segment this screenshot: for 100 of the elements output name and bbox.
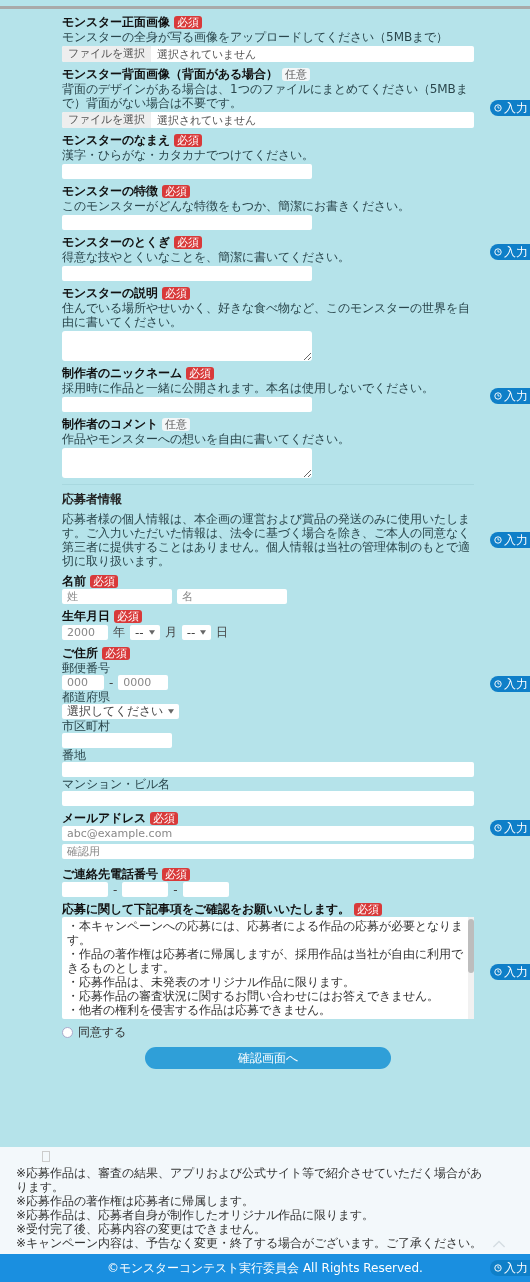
choose-file-button[interactable]: ファイルを選択 — [62, 46, 151, 62]
field-label: モンスターのなまえ — [62, 133, 170, 147]
help-button[interactable]: 入力 — [490, 100, 530, 116]
hint-text: 作品やモンスターへの想いを自由に書いてください。 — [62, 432, 350, 446]
text-field[interactable]: 確認用 — [62, 844, 474, 859]
separator: - — [113, 882, 118, 897]
text-area[interactable] — [62, 331, 312, 361]
terms-text: ・作品の著作権は応募者に帰属しますが、採用作品は当社が自由に利用できるものとします。 — [67, 947, 463, 975]
required-badge: 必須 — [174, 15, 202, 29]
text-field[interactable] — [62, 762, 474, 777]
unit-label: 年 — [113, 624, 125, 641]
field-label: メールアドレス — [62, 811, 146, 825]
hint-text: 住んでいる場所やせいかく、好きな食べ物など、このモンスターの世界を自由に書いてください。 — [62, 301, 471, 329]
required-badge: 必須 — [162, 867, 190, 881]
separator: - — [173, 882, 178, 897]
text-field[interactable] — [62, 397, 312, 412]
agree-checkbox[interactable]: 同意する — [62, 1024, 126, 1041]
help-button[interactable]: 入力 — [490, 388, 530, 404]
required-badge: 必須 — [102, 646, 130, 660]
clock-icon — [494, 1264, 502, 1272]
text-area[interactable] — [62, 448, 312, 478]
help-button[interactable]: 入力 — [490, 676, 530, 692]
clock-icon — [494, 104, 502, 112]
choose-file-button[interactable]: ファイルを選択 — [62, 112, 151, 128]
clock-icon — [494, 536, 502, 544]
terms-text: ・応募作品の審査状況に関するお問い合わせにはお答えできません。 — [67, 989, 440, 1003]
note-text: ※応募作品の著作権は応募者に帰属します。 — [16, 1194, 256, 1208]
text-field[interactable]: 000 — [62, 675, 104, 690]
file-status: 選択されていません — [157, 112, 256, 128]
clock-icon — [494, 392, 502, 400]
field-label: 市区町村 — [62, 719, 110, 733]
required-badge: 必須 — [186, 366, 214, 380]
file-status: 選択されていません — [157, 46, 256, 62]
unit-label: 月 — [164, 624, 177, 641]
field-label: ご連絡先電話番号 — [62, 867, 158, 881]
help-button[interactable]: 入力 — [490, 244, 530, 260]
text-field[interactable]: 2000 — [62, 625, 108, 640]
field-label: モンスター背面画像（背面がある場合） — [62, 67, 278, 81]
field-label: モンスター正面画像 — [62, 15, 170, 29]
text-field[interactable] — [122, 882, 169, 897]
field-label: 制作者のニックネーム — [62, 366, 182, 380]
section-heading: 応募者情報 — [62, 491, 123, 508]
text-field[interactable]: abc@example.com — [62, 826, 474, 841]
help-button[interactable]: 入力 — [490, 820, 530, 836]
clock-icon — [494, 824, 502, 832]
caret-icon — [200, 630, 207, 635]
confirm-button[interactable]: 確認画面へ — [145, 1047, 391, 1069]
checkbox[interactable] — [62, 1027, 73, 1038]
field-label: 郵便番号 — [62, 661, 110, 675]
terms-text: ・応募作品は、未発表のオリジナル作品に限ります。 — [67, 975, 356, 989]
required-badge: 必須 — [174, 133, 202, 147]
field-label: 応募に関して下記事項をご確認をお願いいたします。 — [62, 902, 350, 916]
terms-text: ・他者の権利を侵害する作品は応募できません。 — [67, 1003, 332, 1017]
help-button[interactable]: 入力 — [490, 1260, 530, 1276]
text-field[interactable] — [62, 791, 474, 806]
help-button[interactable]: 入力 — [490, 964, 530, 980]
text-field[interactable] — [62, 266, 312, 281]
select-field[interactable]: -- — [130, 625, 160, 640]
required-badge: 必須 — [150, 811, 178, 825]
required-badge: 必須 — [90, 574, 118, 588]
required-badge: 任意 — [282, 67, 310, 81]
required-badge: 必須 — [162, 286, 190, 300]
note-text: ※受付完了後、応募内容の変更はできません。 — [16, 1222, 268, 1236]
field-label: 制作者のコメント — [62, 417, 158, 431]
text-field[interactable]: 名 — [177, 589, 287, 604]
text-field[interactable]: 0000 — [118, 675, 169, 690]
checkbox-label: 同意する — [78, 1024, 126, 1041]
field-label: 番地 — [62, 748, 86, 762]
image-placeholder-icon — [42, 1151, 50, 1162]
text-field[interactable]: 姓 — [62, 589, 172, 604]
select-field[interactable]: -- — [181, 625, 212, 640]
text-field[interactable] — [62, 164, 312, 179]
copyright-text: ©モンスターコンテスト実行委員会 All Rights Reserved. — [107, 1259, 423, 1277]
hint-text: 採用時に作品と一緒に公開されます。本名は使用しないでください。 — [62, 381, 434, 395]
required-badge: 任意 — [162, 417, 190, 431]
text-field[interactable] — [62, 733, 172, 748]
clock-icon — [494, 680, 502, 688]
file-field[interactable]: ファイルを選択 選択されていません — [62, 46, 474, 62]
required-badge: 必須 — [114, 609, 142, 623]
text-field[interactable] — [182, 882, 229, 897]
required-badge: 必須 — [162, 184, 190, 198]
help-button[interactable]: 入力 — [490, 532, 530, 548]
note-text: ※応募作品は、審査の結果、アプリおよび公式サイト等で紹介させていただく場合があります。 — [16, 1166, 484, 1194]
field-label: モンスターのとくぎ — [62, 235, 170, 249]
clock-icon — [494, 968, 502, 976]
caret-icon — [148, 630, 155, 635]
chevron-up-icon[interactable] — [492, 1239, 506, 1248]
note-text: ※キャンペーン内容は、予告なく変更・終了する場合がございます。ご了承ください。 — [16, 1236, 484, 1250]
field-label: モンスターの説明 — [62, 286, 158, 300]
field-label: ご住所 — [62, 646, 98, 660]
note-text: ※応募作品は、応募者自身が制作したオリジナル作品に限ります。 — [16, 1208, 376, 1222]
info-paragraph: 応募者様の個人情報は、本企画の運営および賞品の発送のみに使用いたします。ご入力いただいた情報は、法令に基づく場合を除き、ご本人の同意なく第三者に提供することはありません。個人情報は当社の管理体制のもとで適切に取り扱います。 — [62, 512, 471, 568]
select-field[interactable]: 選択してください — [62, 704, 179, 719]
text-field[interactable] — [62, 215, 312, 230]
field-label: 都道府県 — [62, 690, 110, 704]
scrollbar[interactable] — [468, 919, 474, 973]
text-field[interactable] — [62, 882, 108, 897]
field-label: モンスターの特徴 — [62, 184, 158, 198]
file-field[interactable]: ファイルを選択 選択されていません — [62, 112, 474, 128]
caret-icon — [168, 709, 174, 714]
